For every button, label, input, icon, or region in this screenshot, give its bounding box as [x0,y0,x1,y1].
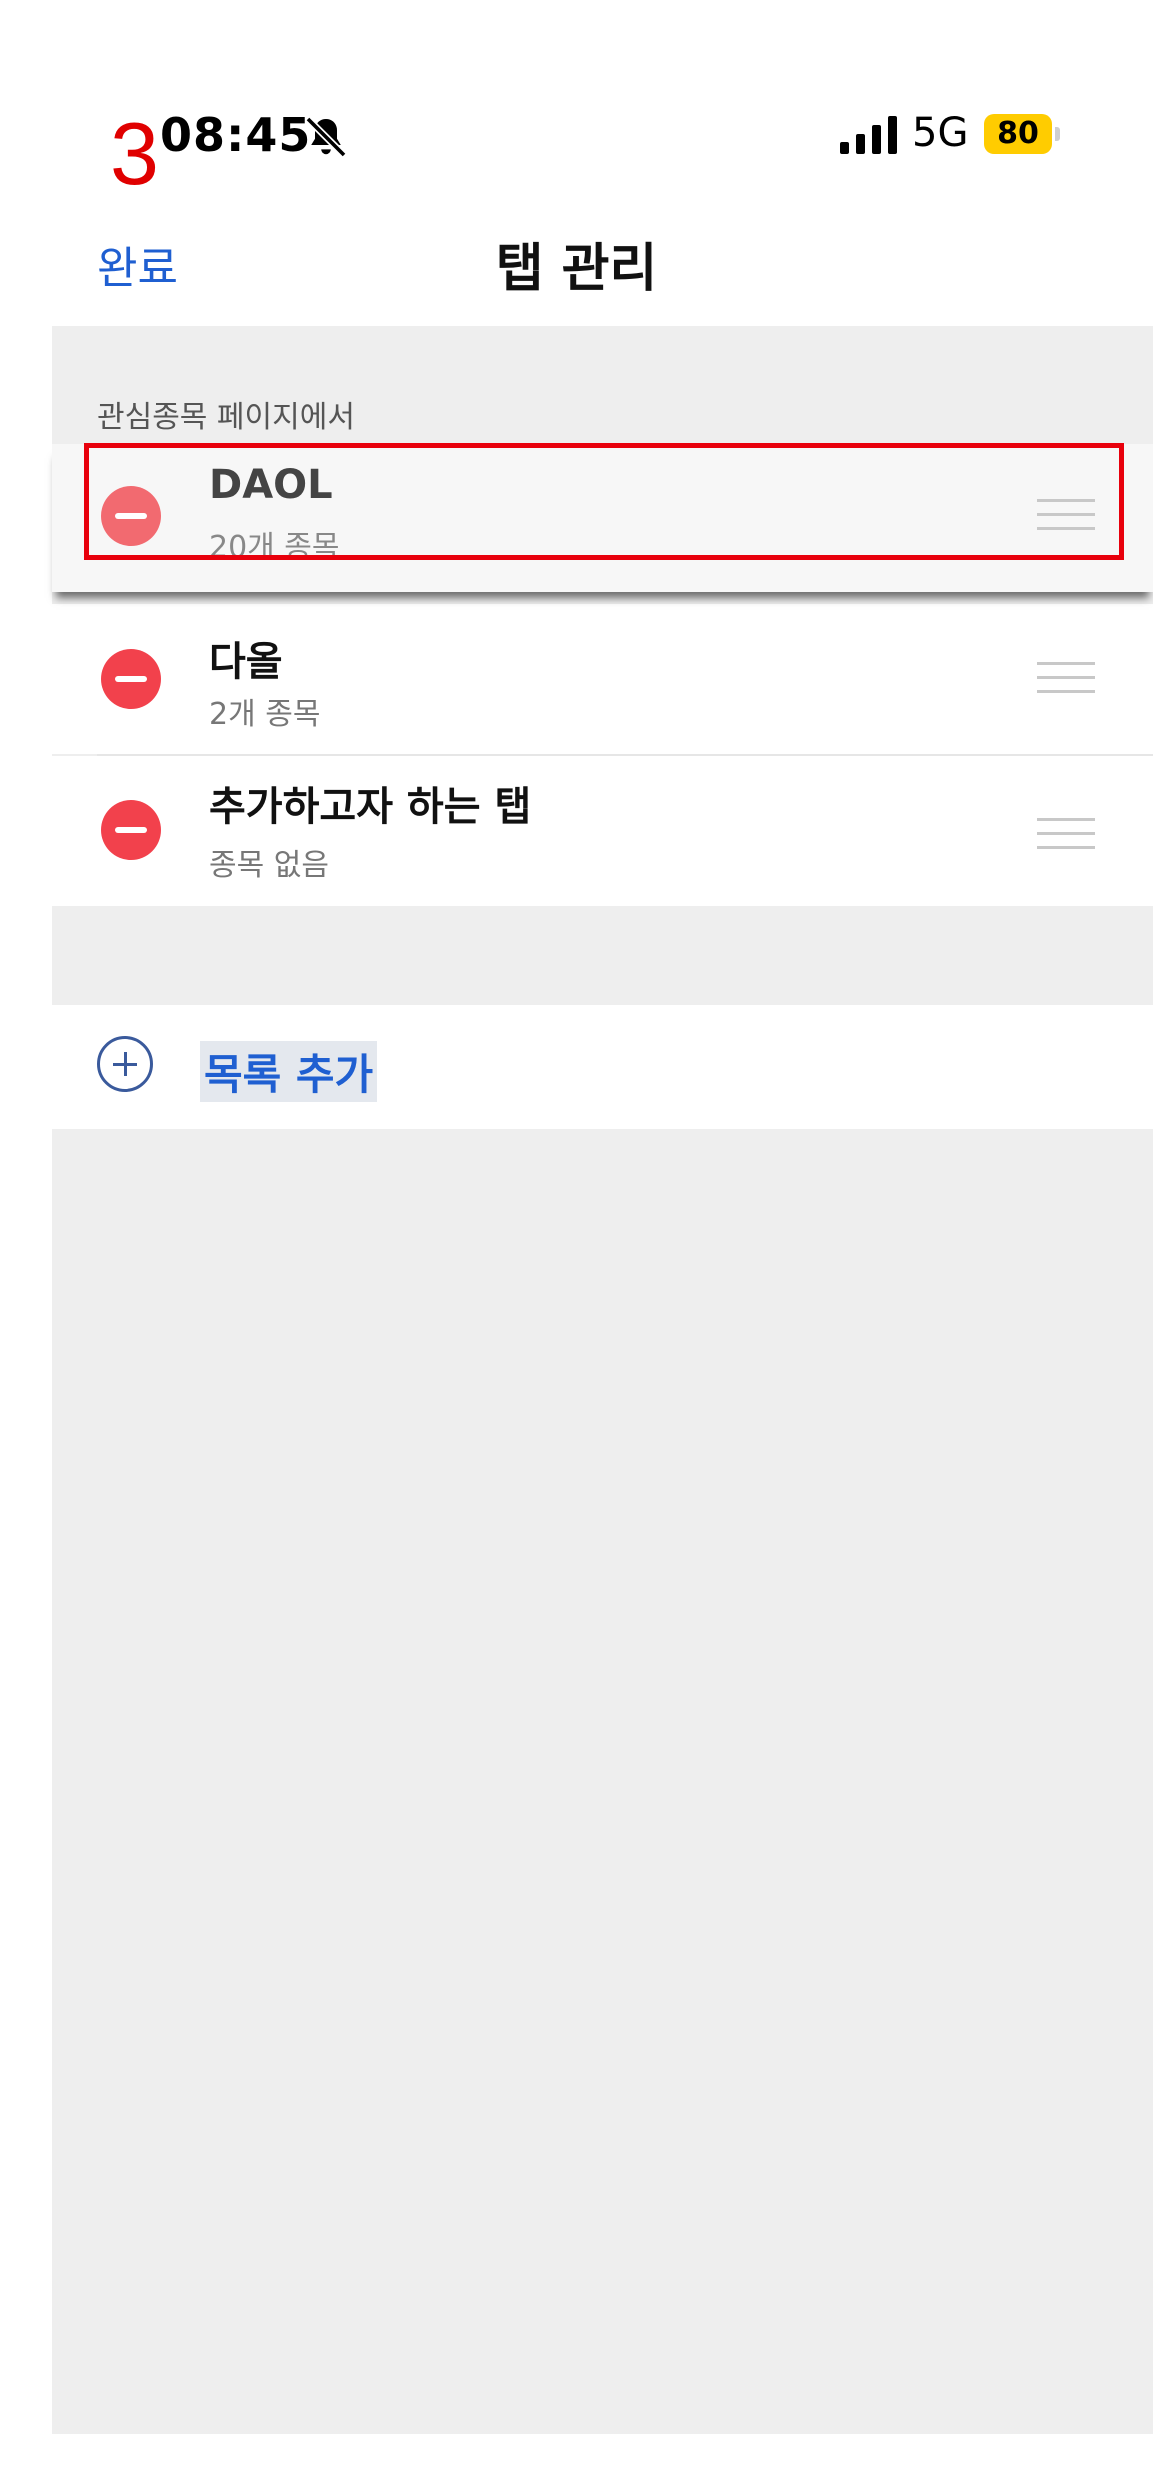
tab-subtitle: 2개 종목 [209,697,321,732]
status-time: 08:45 [160,108,312,162]
network-type: 5G [912,110,969,156]
page-title: 탭 관리 [495,239,658,299]
bell-muted-icon [305,116,347,158]
tab-name: 다올 [209,639,283,685]
highlight-annotation-box [84,443,1124,560]
add-list-button[interactable]: 목록 추가 [200,1041,378,1102]
plus-circle-icon[interactable] [97,1036,153,1092]
battery-cap [1055,127,1060,141]
step-number-annotation: 3 [110,104,159,203]
tab-row-new-tab[interactable]: 추가하고자 하는 탭 종목 없음 [52,756,1153,906]
battery-indicator: 80 [984,114,1052,154]
tab-subtitle: 종목 없음 [209,848,329,883]
cellular-signal-icon [840,116,897,154]
tab-row-daol-kr[interactable]: 다올 2개 종목 [52,604,1153,754]
drag-handle-icon[interactable] [1037,662,1095,694]
add-list-row[interactable]: 목록 추가 [52,1005,1153,1129]
done-button[interactable]: 완료 [97,232,178,296]
delete-icon[interactable] [101,800,161,860]
drag-handle-icon[interactable] [1037,818,1095,850]
delete-icon[interactable] [101,649,161,709]
tab-name: 추가하고자 하는 탭 [209,784,532,830]
section-label: 관심종목 페이지에서 [97,400,355,435]
